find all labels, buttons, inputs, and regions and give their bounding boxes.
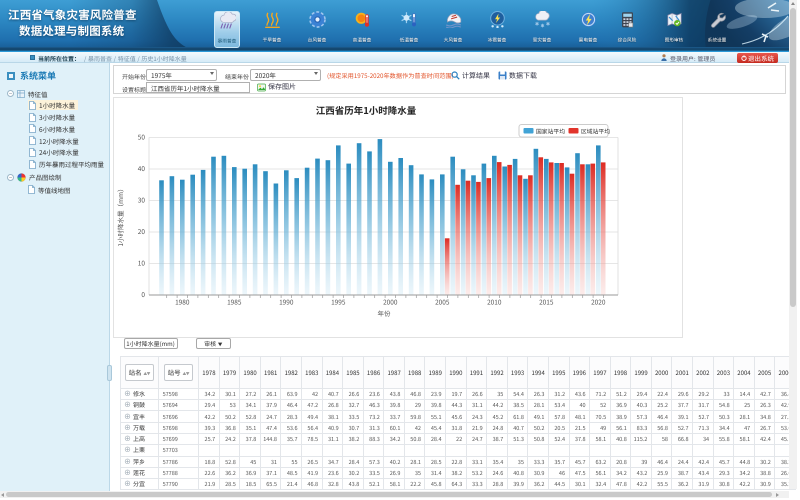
svg-text:1995: 1995 <box>331 297 346 307</box>
svg-text:1小时降水量（mm）: 1小时降水量（mm） <box>115 185 125 246</box>
svg-text:1980: 1980 <box>175 297 190 307</box>
svg-text:10: 10 <box>138 258 146 268</box>
svg-text:江西省历年1小时降水量: 江西省历年1小时降水量 <box>316 103 417 117</box>
svg-text:50: 50 <box>138 132 146 142</box>
svg-text:2020: 2020 <box>591 297 606 307</box>
svg-text:20: 20 <box>138 226 146 236</box>
svg-text:2010: 2010 <box>487 297 502 307</box>
svg-text:40: 40 <box>138 163 146 173</box>
svg-text:2005: 2005 <box>435 297 450 307</box>
svg-text:30: 30 <box>138 195 146 205</box>
svg-text:年份: 年份 <box>378 308 392 318</box>
svg-text:2015: 2015 <box>539 297 554 307</box>
svg-text:1990: 1990 <box>279 297 294 307</box>
svg-text:0: 0 <box>141 289 145 299</box>
svg-text:国家站平均: 国家站平均 <box>536 126 565 135</box>
svg-text:1985: 1985 <box>227 297 242 307</box>
svg-text:区域站平均: 区域站平均 <box>581 126 610 135</box>
svg-text:2000: 2000 <box>383 297 398 307</box>
